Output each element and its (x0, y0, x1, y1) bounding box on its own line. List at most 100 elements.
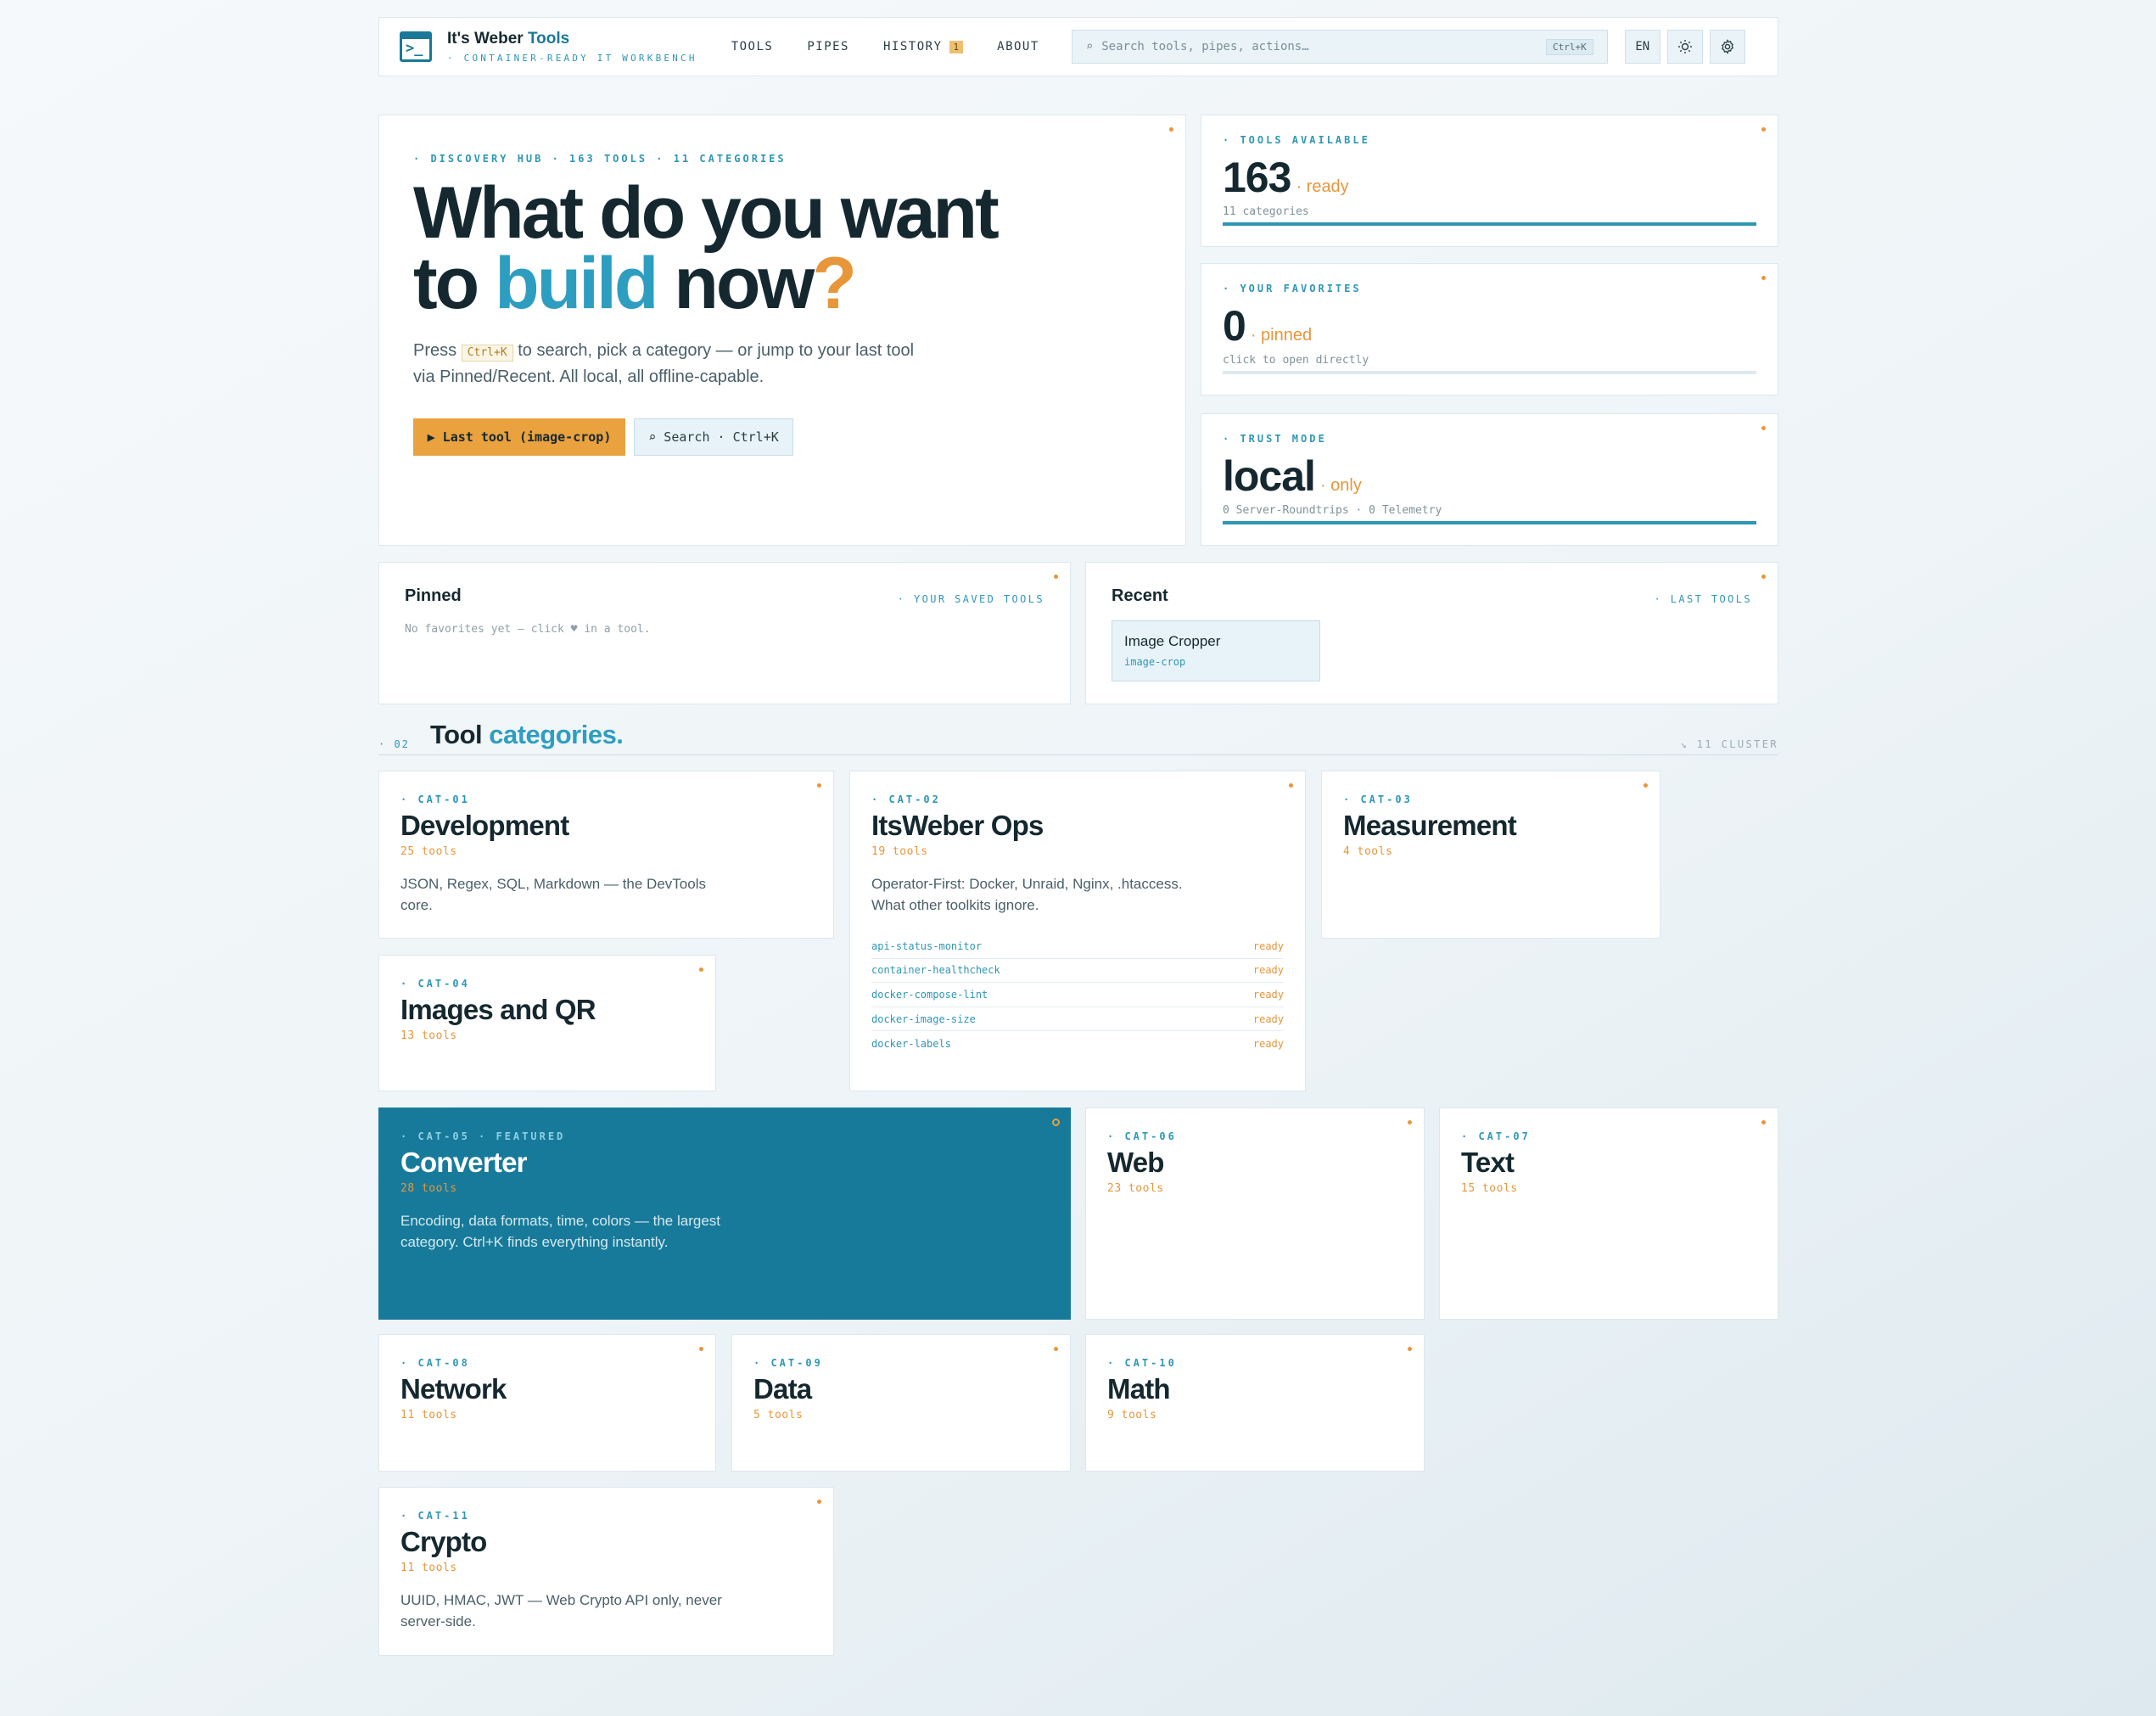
category-name: Math (1107, 1373, 1171, 1405)
category-description: Encoding, data formats, time, colors — t… (400, 1213, 721, 1250)
search-shortcut: Ctrl+K (1546, 38, 1593, 55)
search-icon: ⌕ (1085, 40, 1094, 53)
corner-dot (1054, 1347, 1058, 1351)
brand-tagline: · CONTAINER-READY IT WORKBENCH (447, 53, 697, 64)
hero-description: Press Ctrl+K to search, pick a category … (413, 341, 915, 386)
nav-pipes[interactable]: PIPES (807, 40, 849, 53)
tool-row[interactable]: docker-compose-lint ready (871, 983, 1284, 1007)
category-id: · CAT-08 (400, 1357, 470, 1369)
section-cluster-count: ↘ 11 CLUSTER (1680, 738, 1778, 750)
category-count: 13 tools (400, 1029, 457, 1042)
corner-dot (699, 1347, 703, 1351)
gear-icon (1721, 39, 1733, 54)
category-name: Images and QR (400, 994, 596, 1025)
nav-history[interactable]: HISTORY 1 (883, 40, 964, 53)
last-tool-button[interactable]: ▶ Last tool (image-crop) (413, 418, 625, 456)
recent-tool-name: Image Cropper (1124, 633, 1221, 649)
category-count: 23 tools (1107, 1182, 1164, 1195)
category-id: · CAT-05 · FEATURED (400, 1130, 566, 1142)
category-card-measurement[interactable]: · CAT-03 Measurement 4 tools (1321, 771, 1660, 939)
category-card-web[interactable]: · CAT-06 Web 23 tools (1085, 1108, 1425, 1320)
category-card-itsweber-ops[interactable]: · CAT-02 ItsWeber Ops 19 tools Operator-… (849, 771, 1306, 1091)
category-name: Measurement (1343, 810, 1517, 841)
stat-subtext: 11 categories (1223, 205, 1309, 218)
pinned-panel: Pinned · YOUR SAVED TOOLS No favorites y… (378, 562, 1071, 704)
stat-progress-bar (1223, 521, 1756, 524)
category-name: Converter (400, 1147, 527, 1178)
category-card-text[interactable]: · CAT-07 Text 15 tools (1439, 1108, 1778, 1320)
corner-dot (1054, 575, 1058, 579)
category-count: 4 tools (1343, 845, 1393, 858)
category-card-converter[interactable]: · CAT-05 · FEATURED Converter 28 tools E… (378, 1108, 1071, 1320)
category-name: ItsWeber Ops (871, 810, 1044, 841)
category-id: · CAT-09 (753, 1357, 823, 1369)
search-input[interactable]: ⌕ Search tools, pipes, actions… Ctrl+K (1071, 30, 1608, 64)
category-card-development[interactable]: · CAT-01 Development 25 tools JSON, Rege… (378, 771, 834, 939)
inline-shortcut: Ctrl+K (461, 345, 513, 362)
category-name: Web (1107, 1147, 1164, 1178)
category-id: · CAT-01 (400, 794, 470, 805)
category-card-crypto[interactable]: · CAT-11 Crypto 11 tools UUID, HMAC, JWT… (378, 1487, 834, 1656)
category-id: · CAT-02 (871, 794, 941, 805)
search-button[interactable]: ⌕ Search · Ctrl+K (634, 418, 793, 456)
tool-row[interactable]: api-status-monitor ready (871, 934, 1284, 959)
category-count: 11 tools (400, 1409, 457, 1422)
stat-value: 163 · ready (1223, 154, 1349, 201)
category-id: · CAT-10 (1107, 1357, 1177, 1369)
category-name: Data (753, 1373, 812, 1405)
category-count: 25 tools (400, 845, 457, 858)
main-nav: TOOLS PIPES HISTORY 1 ABOUT (731, 40, 1073, 53)
tool-row[interactable]: container-healthcheck ready (871, 959, 1284, 984)
corner-dot (817, 1500, 821, 1504)
section-number: · 02 (378, 738, 410, 750)
category-card-images-qr[interactable]: · CAT-04 Images and QR 13 tools (378, 955, 716, 1091)
corner-dot (1169, 127, 1173, 132)
theme-toggle-button[interactable] (1666, 30, 1703, 64)
corner-dot (1761, 1120, 1766, 1124)
stat-subtext: click to open directly (1223, 354, 1369, 367)
section-title: Tool categories. (430, 720, 624, 749)
hero-panel: · DISCOVERY HUB · 163 TOOLS · 11 CATEGOR… (378, 115, 1186, 546)
corner-dot (699, 967, 703, 972)
category-count: 5 tools (753, 1409, 804, 1422)
stat-kicker: · TRUST MODE (1223, 433, 1327, 445)
history-count-badge: 1 (949, 40, 964, 53)
category-id: · CAT-04 (400, 978, 470, 990)
section-header: · 02 Tool categories. ↘ 11 CLUSTER (378, 720, 1778, 755)
category-card-network[interactable]: · CAT-08 Network 11 tools (378, 1334, 716, 1472)
stat-progress-bar (1223, 222, 1756, 226)
stat-value: 0 · pinned (1223, 302, 1313, 350)
corner-dot (1408, 1347, 1412, 1351)
hero-title: What do you want to build now? (413, 172, 1000, 324)
recent-tag: · LAST TOOLS (1654, 593, 1752, 605)
terminal-logo-icon[interactable]: >_ (400, 31, 432, 62)
category-id: · CAT-11 (400, 1510, 470, 1522)
stat-value: local · only (1223, 452, 1362, 500)
brand[interactable]: It's Weber Tools · CONTAINER-READY IT WO… (447, 30, 697, 64)
nav-history-label: HISTORY (883, 40, 943, 53)
category-description: UUID, HMAC, JWT — Web Crypto API only, n… (400, 1592, 722, 1629)
corner-dot (1644, 783, 1648, 788)
tool-row[interactable]: docker-image-size ready (871, 1007, 1284, 1032)
category-count: 19 tools (871, 845, 928, 858)
corner-dot (1761, 426, 1766, 430)
nav-tools[interactable]: TOOLS (731, 40, 774, 53)
corner-dot (1761, 127, 1766, 132)
language-button[interactable]: EN (1624, 30, 1660, 64)
sun-icon (1677, 40, 1692, 53)
nav-about[interactable]: ABOUT (997, 40, 1039, 53)
corner-dot (817, 783, 821, 788)
category-id: · CAT-07 (1461, 1130, 1531, 1142)
recent-tool-item[interactable]: Image Cropper image-crop (1112, 620, 1320, 681)
top-bar: >_ It's Weber Tools · CONTAINER-READY IT… (378, 17, 1778, 76)
tool-row[interactable]: docker-labels ready (871, 1031, 1284, 1056)
tool-list: api-status-monitor ready container-health… (871, 934, 1284, 1056)
stat-favorites[interactable]: · YOUR FAVORITES 0 · pinned click to open… (1201, 263, 1778, 395)
category-name: Text (1461, 1147, 1515, 1178)
category-card-math[interactable]: · CAT-10 Math 9 tools (1085, 1334, 1425, 1472)
settings-button[interactable] (1709, 30, 1745, 64)
stat-kicker: · YOUR FAVORITES (1223, 283, 1362, 294)
featured-marker-icon (1052, 1119, 1060, 1126)
pinned-tag: · YOUR SAVED TOOLS (897, 593, 1044, 605)
category-card-data[interactable]: · CAT-09 Data 5 tools (731, 1334, 1071, 1472)
